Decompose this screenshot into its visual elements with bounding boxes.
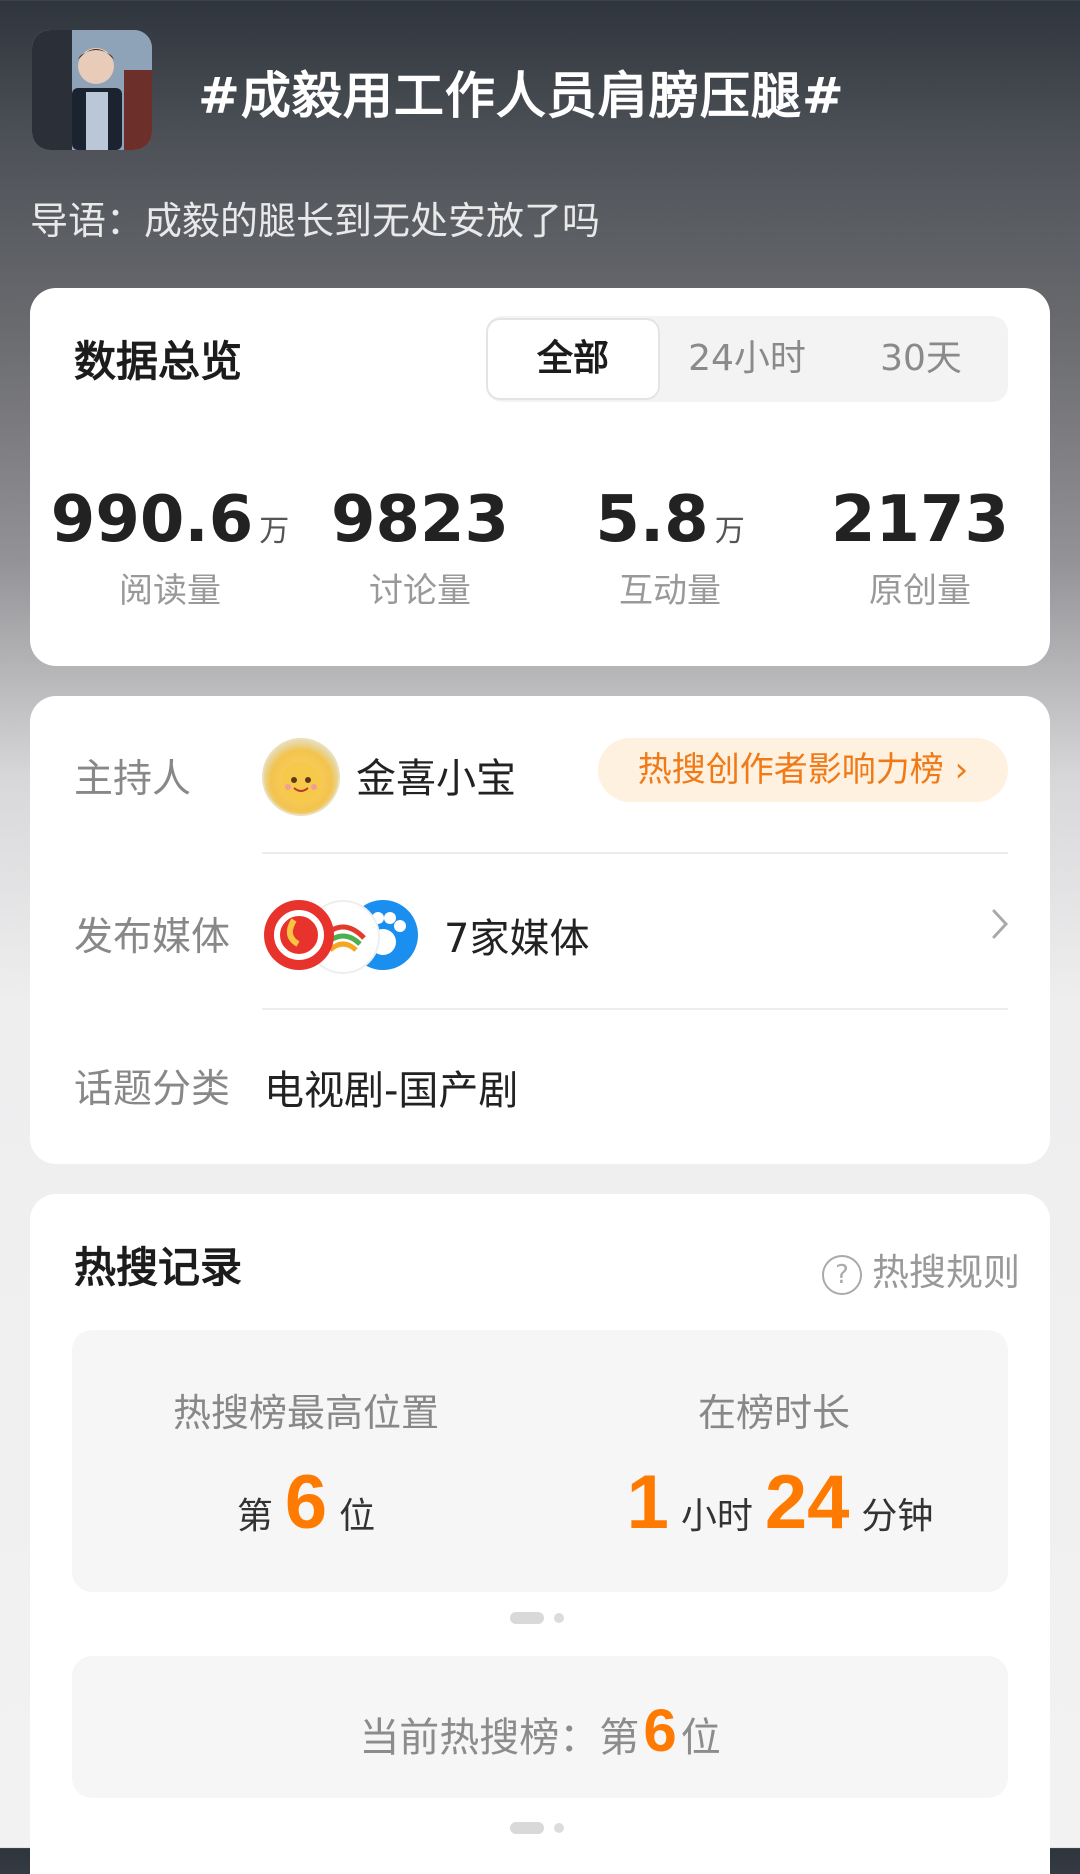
page-indicator <box>510 1612 570 1624</box>
stat-unit: 万 <box>259 514 290 549</box>
media-count[interactable]: 7家媒体 <box>444 906 589 964</box>
media-logo-1-art <box>274 910 324 960</box>
duration-header: 在榜时长 <box>697 1391 850 1435</box>
current-value: 6 <box>643 1697 677 1764</box>
chevron-right-shape <box>992 909 1009 939</box>
peak-prefix: 第 <box>236 1496 273 1537</box>
host-avatar-art <box>281 762 321 802</box>
stat-label: 阅读量 <box>119 571 221 611</box>
stat-unit: 万 <box>714 514 745 549</box>
duration-hours: 1 <box>626 1460 669 1545</box>
stat-value: 5.8 <box>595 483 709 557</box>
info-card: 主持人 金喜小宝 热搜创作者影响力榜 › 发布媒体 7家媒体 话题分类 电视剧-… <box>30 696 1050 1164</box>
host-label: 主持人 <box>74 757 192 802</box>
stat-label: 互动量 <box>619 571 721 611</box>
stat-value: 2173 <box>830 483 1010 557</box>
time-range-tabs: 全部 24小时 30天 <box>486 316 1008 402</box>
page-indicator-2 <box>510 1822 570 1834</box>
stat-reads: 990.6 万 阅读量 <box>50 483 290 612</box>
peak-value: 6 <box>284 1460 328 1545</box>
current-prefix: 当前热搜榜：第 <box>359 1715 640 1761</box>
stat-interactions: 5.8 万 互动量 <box>550 483 790 612</box>
tab-all[interactable]: 全部 <box>486 318 660 400</box>
stat-value: 9823 <box>330 483 510 557</box>
overview-title: 数据总览 <box>74 337 243 386</box>
hot-record-title: 热搜记录 <box>74 1243 243 1292</box>
question-circle-icon: ? <box>822 1254 862 1295</box>
host-avatar[interactable] <box>262 738 340 816</box>
hot-rules-link[interactable]: ? 热搜规则 <box>822 1242 1020 1296</box>
duration-minutes: 24 <box>764 1460 850 1545</box>
indicator-dot <box>554 1613 564 1623</box>
topic-guide: 导语：成毅的腿长到无处安放了吗 <box>30 199 601 243</box>
indicator-active <box>510 1822 544 1834</box>
current-rank-panel: 当前热搜榜：第6 位 <box>72 1656 1008 1798</box>
stat-label: 讨论量 <box>369 571 471 611</box>
topic-header: #成毅用工作人员肩膀压腿# 导语：成毅的腿长到无处安放了吗 <box>0 0 1080 290</box>
stat-value: 990.6 <box>50 483 254 557</box>
hot-record-card: 热搜记录 ? 热搜规则 热搜榜最高位置 第6位 在榜时长 1 小时 24 分钟 当前热搜… <box>30 1194 1050 1874</box>
chevron-right-icon[interactable] <box>990 906 1010 950</box>
overview-card: 数据总览 全部 24小时 30天 990.6 万 阅读量 9823 讨论量 5.8… <box>30 288 1050 666</box>
minutes-unit: 分钟 <box>861 1496 934 1537</box>
stat-discussions: 9823 讨论量 <box>300 483 540 612</box>
media-logos[interactable] <box>264 900 418 974</box>
media-logo-1 <box>264 900 334 970</box>
hot-rules-label: 热搜规则 <box>872 1251 1020 1294</box>
topic-photo <box>32 30 152 150</box>
tab-30d[interactable]: 30天 <box>834 316 1008 402</box>
divider <box>262 852 1008 854</box>
divider <box>262 1008 1008 1010</box>
peak-position: 热搜榜最高位置 第6位 <box>72 1382 540 1546</box>
hot-stats-panel: 热搜榜最高位置 第6位 在榜时长 1 小时 24 分钟 <box>72 1330 1008 1592</box>
topic-title: #成毅用工作人员肩膀压腿# <box>198 67 845 125</box>
category-value: 电视剧-国产剧 <box>264 1068 519 1114</box>
peak-suffix: 位 <box>339 1496 376 1537</box>
hours-unit: 小时 <box>680 1496 753 1537</box>
media-label: 发布媒体 <box>74 915 231 960</box>
category-label: 话题分类 <box>74 1067 231 1112</box>
current-suffix: 位 <box>680 1715 721 1761</box>
stat-originals: 2173 原创量 <box>800 483 1040 612</box>
current-rank: 当前热搜榜：第6 位 <box>72 1696 1008 1765</box>
indicator-active <box>510 1612 544 1624</box>
host-name[interactable]: 金喜小宝 <box>356 746 516 804</box>
peak-header: 热搜榜最高位置 <box>172 1391 439 1435</box>
tab-24h[interactable]: 24小时 <box>660 316 834 402</box>
stat-label: 原创量 <box>869 571 971 611</box>
indicator-dot <box>554 1823 564 1833</box>
topic-avatar[interactable] <box>32 30 152 150</box>
on-list-duration: 在榜时长 1 小时 24 分钟 <box>540 1382 1008 1546</box>
influence-rank-badge[interactable]: 热搜创作者影响力榜 › <box>598 738 1008 802</box>
